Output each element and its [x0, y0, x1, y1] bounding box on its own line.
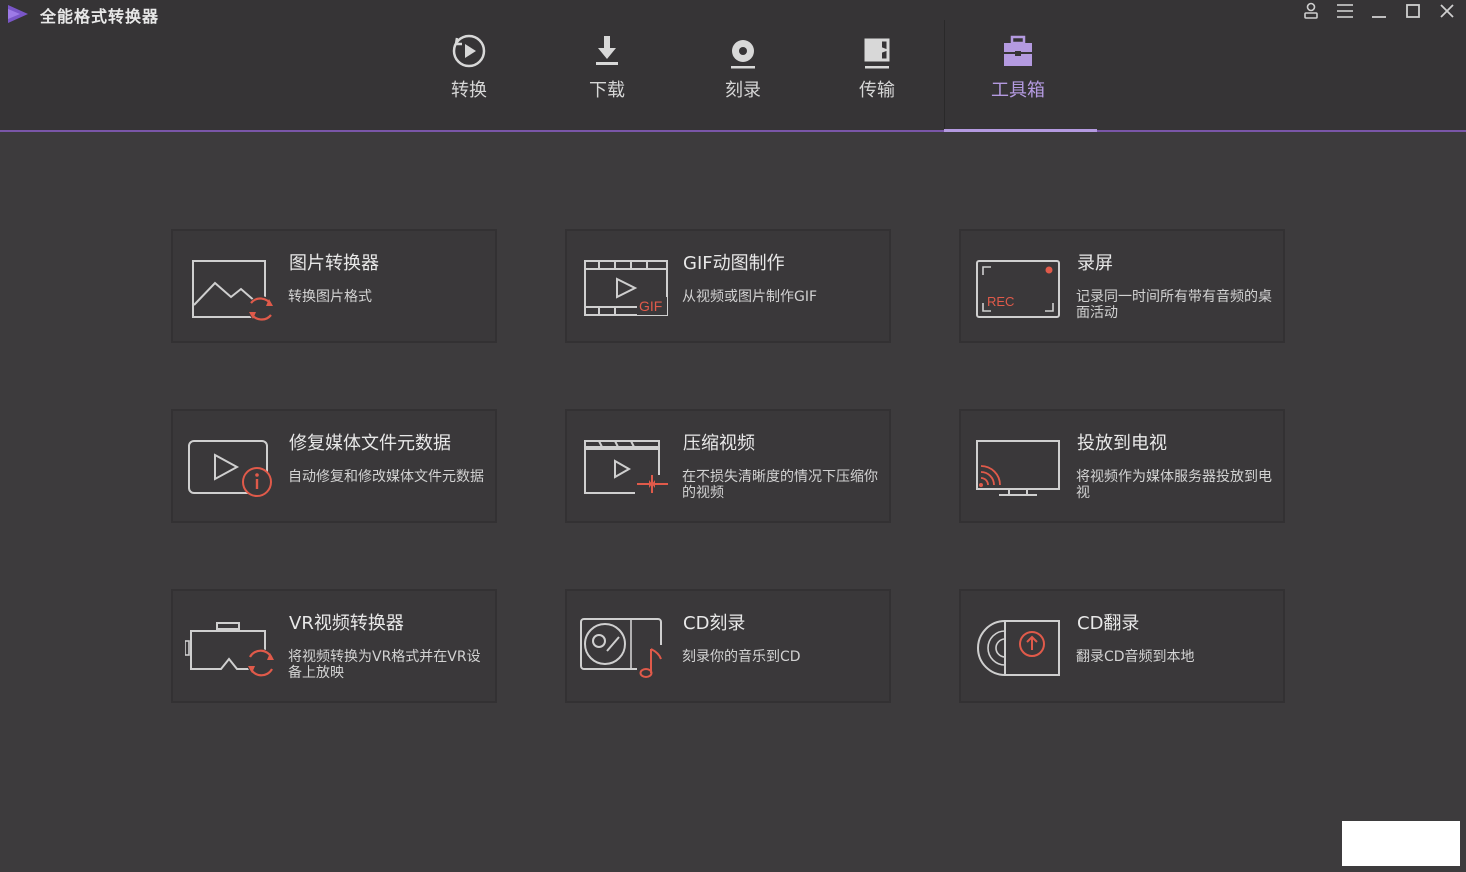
- tab-toolbox-label: 工具箱: [991, 80, 1045, 101]
- close-button[interactable]: [1434, 0, 1460, 22]
- vr-convert-icon: [185, 622, 275, 677]
- burn-disc-icon: [731, 40, 755, 69]
- header-divider: [0, 130, 1466, 132]
- tool-title: CD翻录: [1077, 613, 1140, 634]
- cast-tv-icon: [976, 440, 1060, 496]
- cd-burn-icon: [580, 618, 665, 679]
- tool-description: 将视频转换为VR格式并在VR设备上放映: [288, 649, 481, 681]
- blank-overlay-box: [1342, 821, 1460, 866]
- maximize-button[interactable]: [1400, 0, 1426, 22]
- tool-card-metadata-fix[interactable]: 修复媒体文件元数据 自动修复和修改媒体文件元数据: [171, 409, 497, 523]
- tool-description: 从视频或图片制作GIF: [682, 289, 818, 305]
- user-icon: [1304, 2, 1318, 19]
- gif-maker-icon: GIF: [584, 260, 668, 316]
- toolbox-icon: [1004, 35, 1032, 66]
- tool-title: VR视频转换器: [289, 613, 404, 634]
- minimize-button[interactable]: [1366, 0, 1392, 22]
- tool-card-image-converter[interactable]: 图片转换器 转换图片格式: [171, 229, 497, 343]
- compress-video-icon: [584, 440, 669, 495]
- menu-button[interactable]: [1332, 0, 1358, 22]
- tool-title: CD刻录: [683, 613, 746, 634]
- image-convert-icon: [192, 260, 274, 322]
- close-icon: [1440, 4, 1454, 18]
- tool-card-compress-video[interactable]: 压缩视频 在不损失清晰度的情况下压缩你的视频: [565, 409, 891, 523]
- tab-burn-label: 刻录: [725, 80, 761, 101]
- cd-rip-icon: [977, 620, 1060, 676]
- tool-title: 修复媒体文件元数据: [289, 433, 451, 454]
- metadata-fix-icon: [188, 440, 272, 497]
- tab-transfer[interactable]: 传输: [822, 30, 932, 130]
- app-logo-icon: [8, 5, 28, 23]
- tool-description: 翻录CD音频到本地: [1076, 649, 1195, 665]
- gif-icon-label: GIF: [639, 298, 662, 314]
- tab-transfer-label: 传输: [859, 80, 895, 101]
- transfer-icon: [864, 38, 890, 69]
- user-account-button[interactable]: [1298, 0, 1324, 22]
- active-tab-indicator: [944, 129, 1097, 132]
- tool-description: 记录同一时间所有带有音频的桌面活动: [1076, 289, 1272, 321]
- tab-convert-label: 转换: [451, 80, 487, 101]
- tool-card-gif-maker[interactable]: GIF GIF动图制作 从视频或图片制作GIF: [565, 229, 891, 343]
- tool-description: 自动修复和修改媒体文件元数据: [288, 469, 484, 485]
- window-controls: [1298, 0, 1460, 22]
- tool-description: 刻录你的音乐到CD: [682, 649, 801, 665]
- minimize-icon: [1372, 16, 1386, 18]
- rec-icon-label: REC: [987, 294, 1014, 309]
- tool-card-cd-burn[interactable]: CD刻录 刻录你的音乐到CD: [565, 589, 891, 703]
- tool-description: 在不损失清晰度的情况下压缩你的视频: [682, 469, 878, 501]
- tool-card-vr-converter[interactable]: VR视频转换器 将视频转换为VR格式并在VR设备上放映: [171, 589, 497, 703]
- tool-description: 转换图片格式: [288, 289, 372, 305]
- tab-download[interactable]: 下载: [552, 30, 662, 130]
- tool-title: 投放到电视: [1077, 433, 1167, 454]
- tab-convert[interactable]: 转换: [414, 30, 524, 130]
- tool-title: GIF动图制作: [683, 253, 785, 274]
- download-icon: [596, 36, 618, 65]
- tool-title: 录屏: [1077, 253, 1113, 274]
- tool-title: 压缩视频: [683, 433, 755, 454]
- tool-title: 图片转换器: [289, 253, 379, 274]
- convert-play-icon: [452, 34, 486, 68]
- app-title: 全能格式转换器: [40, 7, 160, 26]
- hamburger-menu-icon: [1337, 4, 1353, 18]
- tool-card-cast-tv[interactable]: 投放到电视 将视频作为媒体服务器投放到电视: [959, 409, 1285, 523]
- tab-toolbox[interactable]: 工具箱: [963, 30, 1073, 130]
- nav-divider: [944, 20, 945, 130]
- screen-record-icon: REC: [976, 260, 1060, 318]
- tool-card-cd-rip[interactable]: CD翻录 翻录CD音频到本地: [959, 589, 1285, 703]
- tab-download-label: 下载: [589, 80, 625, 101]
- tool-card-screen-recorder[interactable]: REC 录屏 记录同一时间所有带有音频的桌面活动: [959, 229, 1285, 343]
- tab-burn[interactable]: 刻录: [688, 30, 798, 130]
- maximize-icon: [1406, 4, 1420, 18]
- tool-description: 将视频作为媒体服务器投放到电视: [1076, 469, 1272, 501]
